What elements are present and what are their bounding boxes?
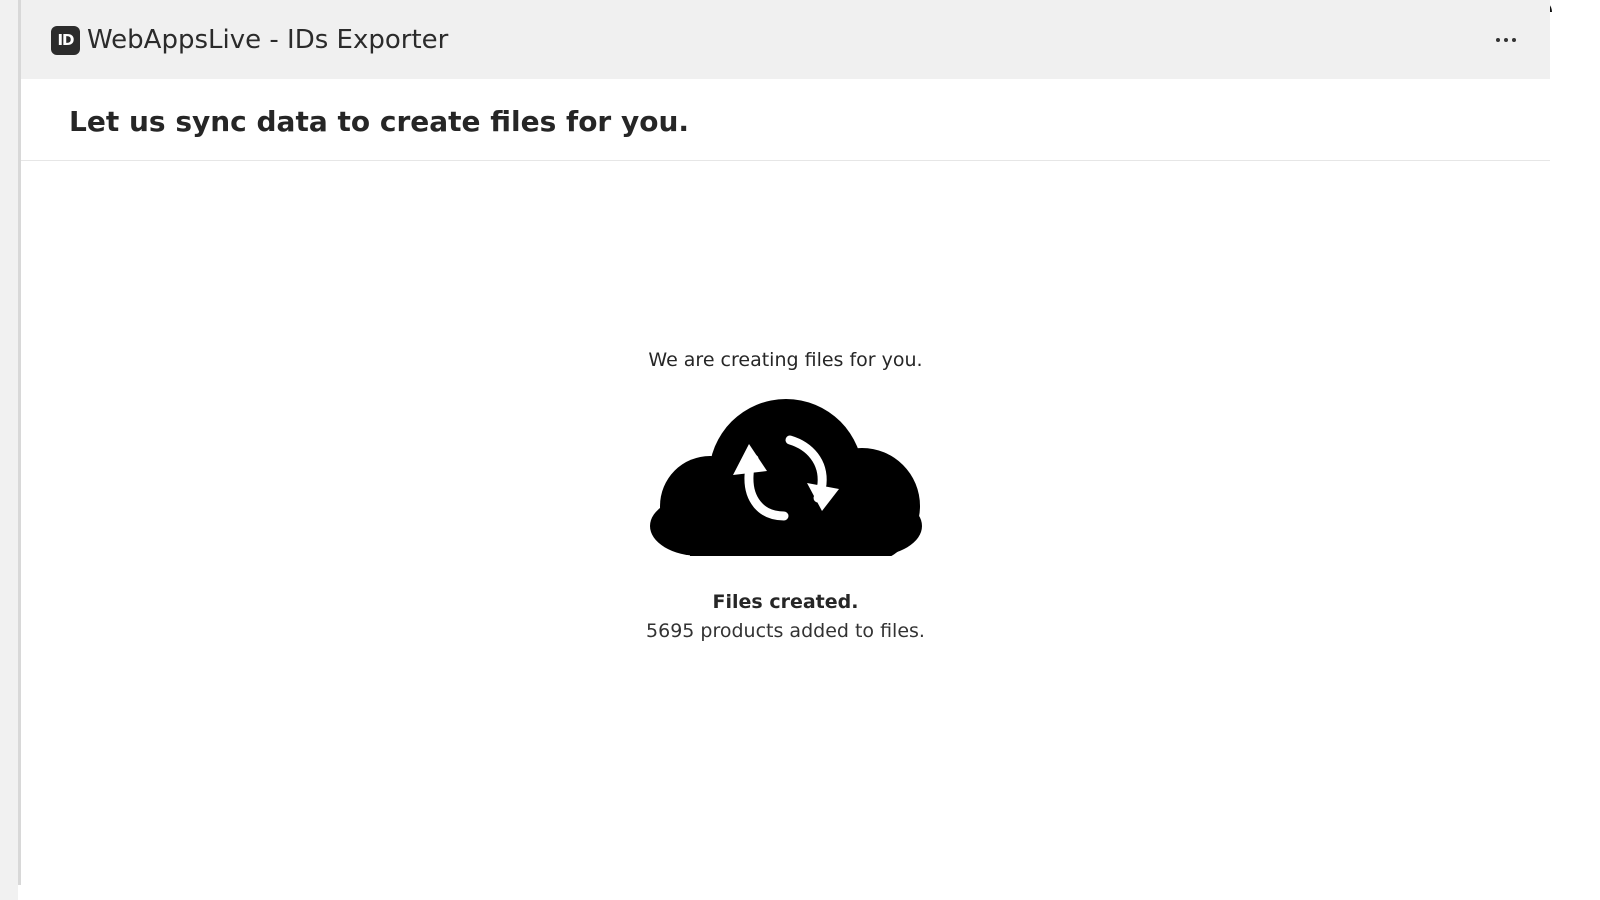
title-bar: ID WebAppsLive - IDs Exporter xyxy=(21,0,1550,79)
status-intro-text: We are creating files for you. xyxy=(648,349,923,371)
more-horizontal-icon xyxy=(1512,38,1516,42)
page-header: Let us sync data to create files for you… xyxy=(21,79,1550,161)
page-title: Let us sync data to create files for you… xyxy=(69,105,690,138)
status-detail: 5695 products added to files. xyxy=(646,620,925,642)
cloud-sync-icon xyxy=(650,399,922,556)
more-horizontal-icon xyxy=(1504,38,1508,42)
left-window-frame xyxy=(0,0,18,900)
status-title: Files created. xyxy=(712,591,859,613)
more-horizontal-icon xyxy=(1496,38,1500,42)
app-logo-icon: ID xyxy=(51,26,80,55)
more-options-button[interactable] xyxy=(1486,26,1526,54)
right-window-frame xyxy=(1550,0,1600,900)
app-title: WebAppsLive - IDs Exporter xyxy=(87,25,449,55)
app-window: ID WebAppsLive - IDs Exporter Let us syn… xyxy=(21,0,1550,885)
